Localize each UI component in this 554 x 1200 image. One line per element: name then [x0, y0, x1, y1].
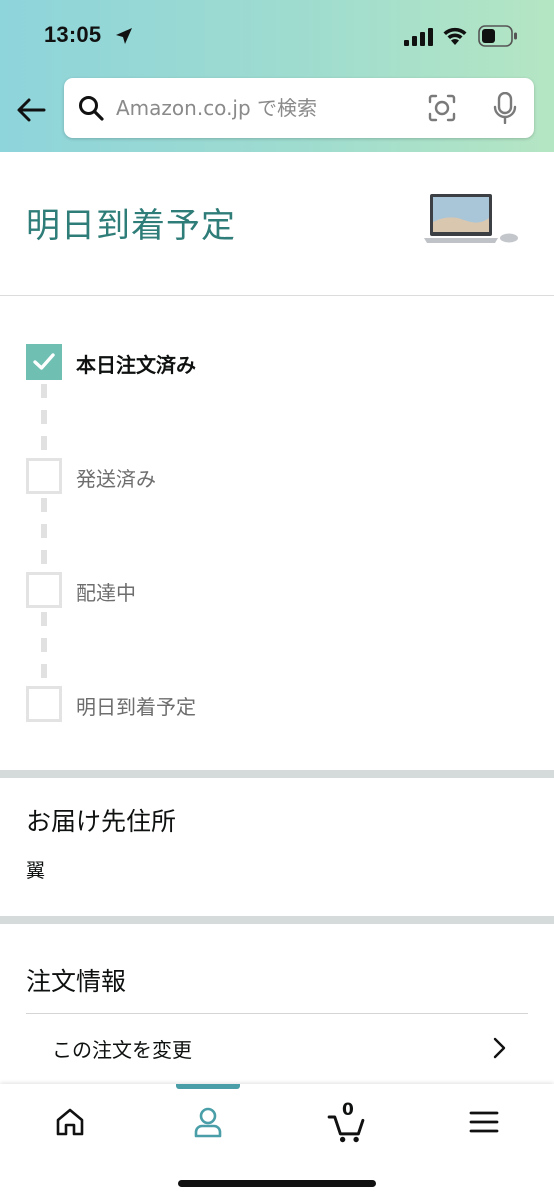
account-icon	[194, 1107, 222, 1138]
step-checkbox	[26, 572, 62, 608]
battery-icon	[478, 25, 517, 47]
active-tab-indicator	[176, 1084, 240, 1089]
status-time: 13:05	[44, 22, 102, 47]
tracker-step-shipped: 発送済み	[26, 458, 426, 494]
shipment-tracker: 本日注文済み 発送済み 配達中 明日到着予定	[0, 296, 554, 770]
cart-icon	[327, 1115, 365, 1143]
change-order-label: この注文を変更	[52, 1038, 192, 1062]
tracker-connector	[41, 384, 47, 460]
app-header: 13:05	[0, 0, 554, 152]
home-indicator-bar	[178, 1180, 376, 1187]
tracker-step-out-for-delivery: 配達中	[26, 572, 426, 608]
nav-menu[interactable]	[454, 1098, 514, 1158]
tracker-step-ordered: 本日注文済み	[26, 344, 426, 380]
delivery-title: 明日到着予定	[26, 206, 236, 246]
order-info-title: 注文情報	[26, 967, 127, 996]
nav-cart[interactable]: 0	[316, 1098, 376, 1158]
mic-icon[interactable]	[492, 92, 518, 124]
step-checkbox	[26, 458, 62, 494]
signal-icon	[404, 28, 433, 46]
change-order-row[interactable]: この注文を変更	[26, 1014, 528, 1080]
laptop-image	[424, 194, 518, 243]
tracker-connector	[41, 612, 47, 688]
bottom-nav: 0	[0, 1084, 554, 1200]
search-icon	[79, 96, 104, 121]
step-label: 明日到着予定	[76, 695, 196, 719]
nav-home[interactable]	[40, 1098, 100, 1158]
step-label: 本日注文済み	[76, 353, 196, 377]
shipping-address-title: お届け先住所	[26, 807, 177, 836]
delivery-summary: 明日到着予定	[0, 152, 554, 296]
step-checkbox	[26, 686, 62, 722]
back-arrow-icon[interactable]	[14, 92, 50, 128]
tracker-connector	[41, 498, 47, 574]
home-icon	[56, 1108, 84, 1136]
nav-account[interactable]	[178, 1098, 238, 1158]
menu-icon	[469, 1111, 499, 1133]
section-divider	[0, 770, 554, 778]
shipping-address-name: 翼	[26, 860, 46, 882]
search-bar[interactable]	[64, 78, 534, 138]
tracker-step-arriving: 明日到着予定	[26, 686, 426, 722]
step-label: 発送済み	[76, 467, 156, 491]
section-divider	[0, 916, 554, 924]
search-input[interactable]	[116, 90, 416, 126]
wifi-icon	[443, 27, 467, 45]
checkmark-icon	[33, 353, 55, 370]
step-label: 配達中	[76, 581, 136, 605]
step-checkbox-checked	[26, 344, 62, 380]
location-arrow-icon	[116, 28, 132, 44]
chevron-right-icon	[493, 1037, 506, 1059]
camera-icon[interactable]	[428, 94, 456, 122]
